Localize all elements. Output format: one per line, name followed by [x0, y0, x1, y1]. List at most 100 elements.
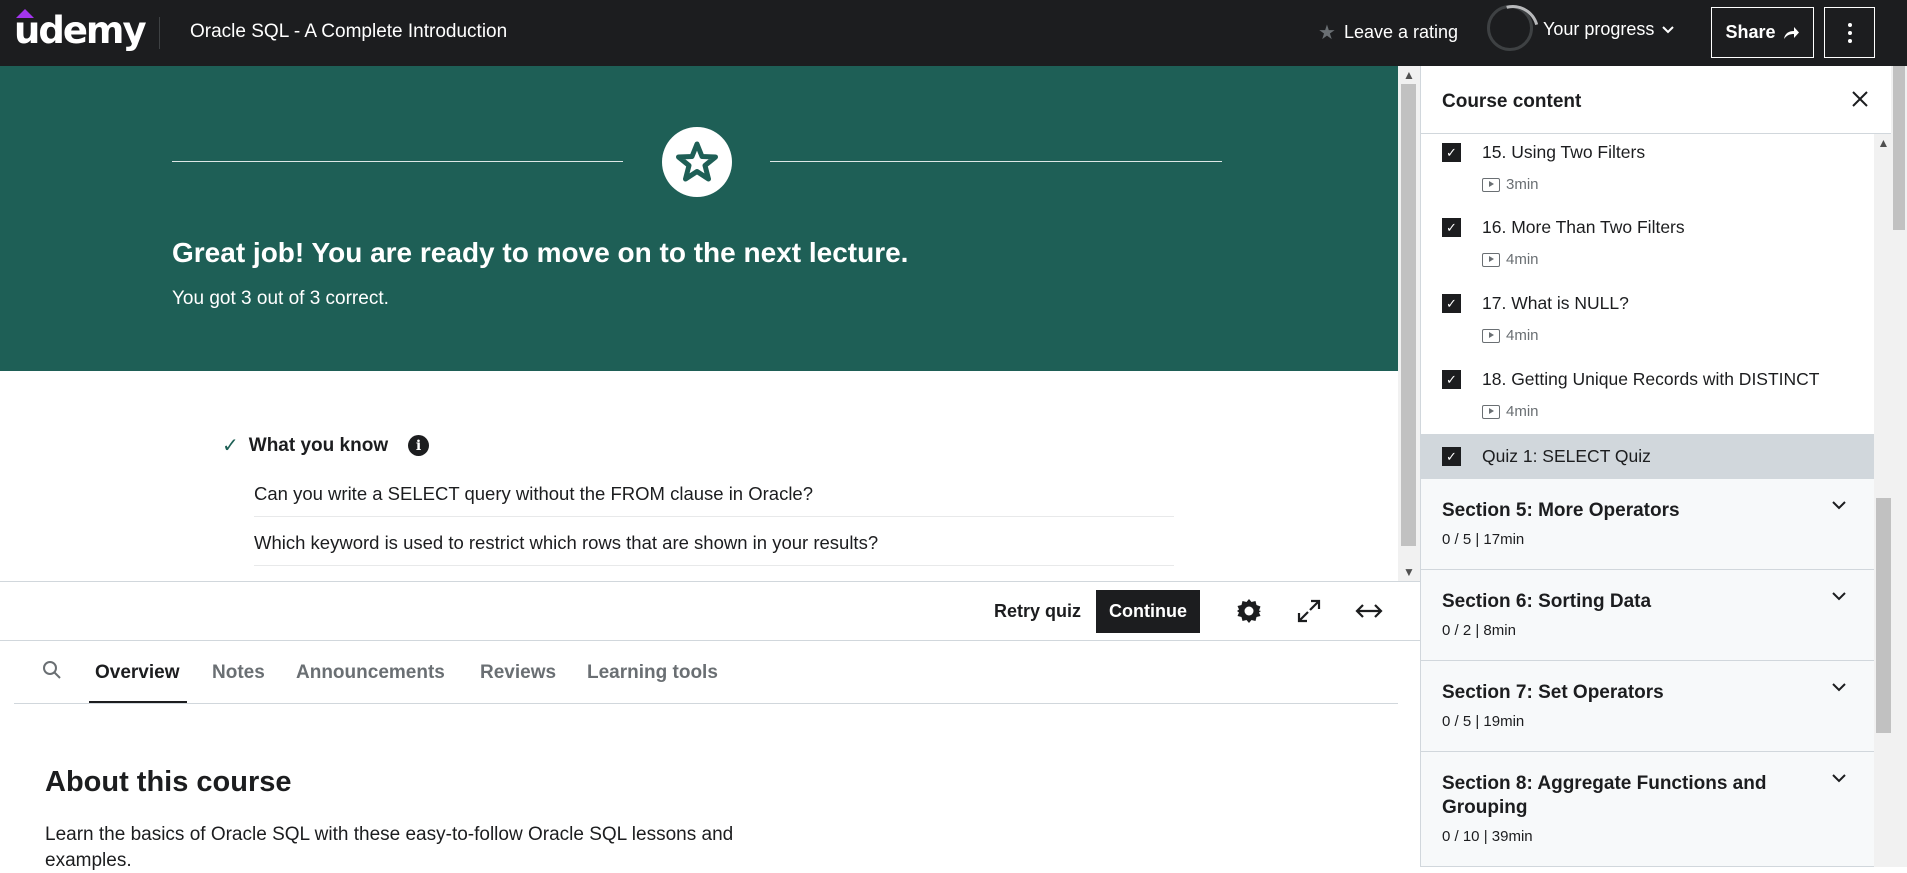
retry-quiz-button[interactable]: Retry quiz [994, 601, 1081, 622]
video-icon [1482, 252, 1500, 267]
chevron-down-icon [1662, 25, 1675, 33]
lecture-item[interactable]: ✓ 16. More Than Two Filters 4min [1421, 209, 1874, 285]
checkbox-checked-icon[interactable]: ✓ [1442, 294, 1461, 313]
scrollbar-thumb[interactable] [1876, 498, 1891, 733]
banner-divider-right [770, 161, 1222, 162]
chevron-down-icon [1832, 679, 1846, 697]
course-content-sidebar: Course content ✓ 15. Using Two Filters 3… [1420, 66, 1907, 867]
section-title: Section 7: Set Operators [1442, 682, 1664, 703]
lecture-item[interactable]: ✓ 17. What is NULL? 4min [1421, 285, 1874, 361]
lecture-item-active-quiz[interactable]: ✓ Quiz 1: SELECT Quiz [1421, 434, 1874, 479]
sidebar-title: Course content [1442, 91, 1582, 112]
quiz-scrollbar[interactable]: ▲ ▼ [1398, 66, 1420, 581]
about-title: About this course [45, 766, 292, 798]
checkbox-checked-icon[interactable]: ✓ [1442, 370, 1461, 389]
lecture-title: 17. What is NULL? [1482, 293, 1629, 313]
header-divider [159, 17, 160, 49]
section-title: Section 5: More Operators [1442, 500, 1680, 521]
video-icon [1482, 328, 1500, 343]
scrollbar-thumb[interactable] [1401, 84, 1416, 546]
progress-ring-icon [1487, 5, 1533, 51]
udemy-logo[interactable]: udemy [14, 6, 147, 56]
section-title: Section 6: Sorting Data [1442, 591, 1652, 612]
fullscreen-icon[interactable] [1294, 596, 1324, 626]
course-title[interactable]: Oracle SQL - A Complete Introduction [190, 21, 507, 43]
leave-rating-button[interactable]: ★ Leave a rating [1318, 20, 1458, 45]
result-title: Great job! You are ready to move on to t… [172, 237, 909, 268]
settings-gear-icon[interactable] [1234, 596, 1264, 626]
lecture-title: 16. More Than Two Filters [1482, 217, 1685, 237]
lecture-title: 18. Getting Unique Records with DISTINCT [1482, 369, 1820, 389]
section-title: Section 8: Aggregate Functions and Group… [1442, 773, 1767, 818]
quiz-control-bar: Retry quiz Continue [0, 581, 1420, 641]
content-tabs: Overview Notes Announcements Reviews Lea… [14, 642, 1398, 704]
section-meta: 0 / 2 | 8min [1442, 622, 1516, 639]
search-tab[interactable] [42, 660, 62, 686]
sidebar-header: Course content [1421, 66, 1893, 134]
scroll-down-arrow-icon[interactable]: ▼ [1398, 563, 1420, 581]
section-header[interactable]: Section 5: More Operators 0 / 5 | 17min [1421, 479, 1874, 570]
info-icon[interactable]: i [408, 435, 430, 456]
banner-divider-left [172, 161, 623, 162]
lecture-duration: 4min [1506, 327, 1539, 344]
page-scrollbar[interactable] [1891, 66, 1907, 867]
chevron-down-icon [1832, 497, 1846, 515]
lecture-duration: 4min [1506, 251, 1539, 268]
continue-button[interactable]: Continue [1096, 590, 1200, 633]
section-header[interactable]: Section 8: Aggregate Functions and Group… [1421, 752, 1874, 867]
chevron-down-icon [1832, 588, 1846, 606]
section-meta: 0 / 5 | 17min [1442, 531, 1525, 548]
rating-label: Leave a rating [1343, 22, 1459, 42]
what-you-know-heading: ✓ What you know i [222, 433, 430, 458]
checkbox-checked-icon[interactable]: ✓ [1442, 447, 1461, 466]
lecture-meta: 3min [1482, 176, 1539, 193]
tab-overview[interactable]: Overview [95, 662, 180, 684]
checkbox-checked-icon[interactable]: ✓ [1442, 218, 1461, 237]
star-icon: ★ [1318, 22, 1336, 44]
share-button[interactable]: Share [1711, 7, 1814, 58]
video-icon [1482, 404, 1500, 419]
logo-text: udemy [14, 9, 147, 52]
quiz-result-banner: Great job! You are ready to move on to t… [0, 66, 1398, 371]
close-icon[interactable] [1851, 88, 1869, 114]
lecture-meta: 4min [1482, 251, 1539, 268]
about-text: Learn the basics of Oracle SQL with thes… [45, 824, 734, 871]
lecture-item[interactable]: ✓ 18. Getting Unique Records with DISTIN… [1421, 361, 1874, 437]
lecture-title: Quiz 1: SELECT Quiz [1482, 446, 1651, 466]
lecture-duration: 3min [1506, 176, 1539, 193]
star-badge-icon [662, 127, 732, 197]
chevron-down-icon [1832, 770, 1846, 788]
more-options-button[interactable] [1824, 7, 1875, 58]
active-tab-indicator [89, 701, 187, 703]
checkbox-checked-icon[interactable]: ✓ [1442, 143, 1461, 162]
check-icon: ✓ [222, 435, 239, 457]
scrollbar-thumb[interactable] [1893, 66, 1905, 230]
share-arrow-icon [1783, 26, 1799, 39]
vertical-dots-icon [1847, 22, 1852, 43]
progress-button[interactable]: Your progress [1487, 5, 1675, 51]
lecture-meta: 4min [1482, 327, 1539, 344]
top-bar: udemy Oracle SQL - A Complete Introducti… [0, 0, 1907, 66]
section-meta: 0 / 10 | 39min [1442, 828, 1533, 845]
video-icon [1482, 177, 1500, 192]
tab-learning-tools[interactable]: Learning tools [587, 662, 718, 684]
search-icon [43, 661, 61, 679]
lecture-meta: 4min [1482, 403, 1539, 420]
section-meta: 0 / 5 | 19min [1442, 713, 1525, 730]
expand-width-icon[interactable] [1354, 596, 1384, 626]
tab-notes[interactable]: Notes [212, 662, 265, 684]
progress-label: Your progress [1543, 19, 1655, 39]
share-label: Share [1725, 22, 1776, 42]
what-you-know-label: What you know [248, 434, 389, 456]
tab-reviews[interactable]: Reviews [480, 662, 556, 684]
lecture-duration: 4min [1506, 403, 1539, 420]
section-header[interactable]: Section 6: Sorting Data 0 / 2 | 8min [1421, 570, 1874, 661]
lecture-title: 15. Using Two Filters [1482, 142, 1646, 162]
section-header[interactable]: Section 7: Set Operators 0 / 5 | 19min [1421, 661, 1874, 752]
known-question: Which keyword is used to restrict which … [254, 532, 1174, 566]
scroll-up-arrow-icon[interactable]: ▲ [1398, 66, 1420, 84]
lecture-item[interactable]: ✓ 15. Using Two Filters 3min [1421, 134, 1874, 210]
tab-announcements[interactable]: Announcements [296, 662, 445, 684]
known-question: Can you write a SELECT query without the… [254, 483, 1174, 517]
result-score: You got 3 out of 3 correct. [172, 288, 389, 309]
